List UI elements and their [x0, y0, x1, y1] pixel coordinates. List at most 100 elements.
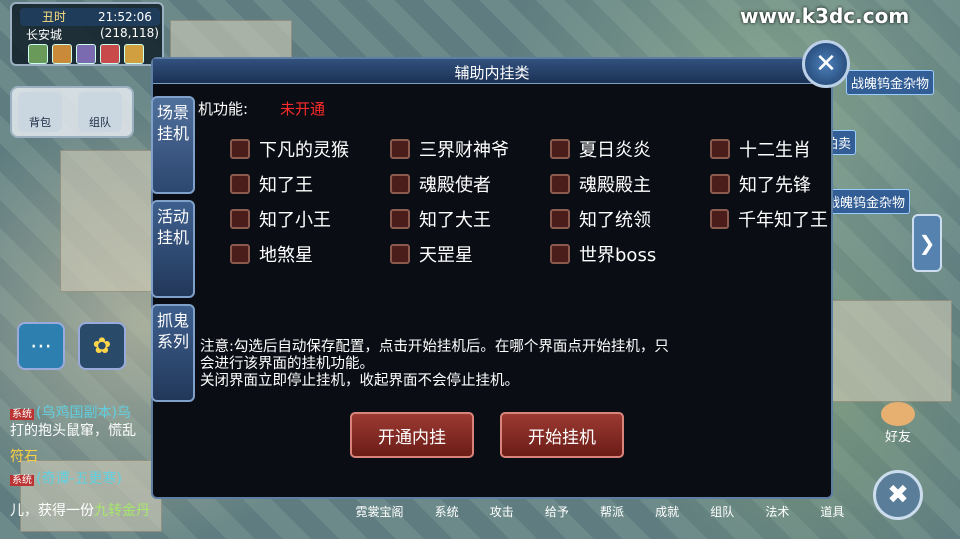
chat-line: 打的抱头鼠窜，慌乱 [10, 420, 136, 440]
menu-attack[interactable]: 攻击 [490, 503, 514, 520]
notice-line: 注意:勾选后自动保存配置，点击开始挂机后。在哪个界面点开始挂机，只 [200, 339, 669, 355]
option-checkbox[interactable]: 三界财神爷 [390, 136, 509, 162]
checkbox[interactable] [550, 139, 570, 159]
function-status: 未开通 [280, 100, 326, 118]
chat-text: 儿，获得一份 [10, 503, 94, 519]
option-checkbox[interactable]: 魂殿使者 [390, 171, 491, 197]
option-checkbox[interactable]: 千年知了王 [710, 206, 828, 232]
buff-icon[interactable] [76, 44, 96, 64]
item-link[interactable]: 九转金丹 [94, 503, 150, 519]
emote-icon[interactable]: ✿ [78, 322, 126, 370]
buff-icon[interactable] [52, 44, 72, 64]
checkbox[interactable] [390, 209, 410, 229]
checkbox[interactable] [230, 209, 250, 229]
option-label: 世界boss [579, 245, 657, 266]
npc-label[interactable]: 战魄钨金杂物 [846, 70, 935, 95]
option-checkbox[interactable]: 十二生肖 [710, 136, 811, 162]
option-checkbox[interactable]: 魂殿殿主 [550, 171, 651, 197]
handshake-icon [881, 402, 915, 426]
checkbox[interactable] [710, 174, 730, 194]
time-bar: 丑时 21:52:06 [20, 8, 160, 26]
checkbox[interactable] [230, 244, 250, 264]
checkbox[interactable] [550, 209, 570, 229]
menu-mall[interactable]: 霓裳宝阁 [356, 503, 404, 520]
chat-text: 打的抱头鼠窜，慌乱 [10, 423, 136, 439]
checkbox[interactable] [710, 139, 730, 159]
close-icon[interactable]: ✕ [802, 40, 850, 88]
menu-skill[interactable]: 法术 [765, 503, 789, 520]
dialog-title: 辅助内挂类 [454, 64, 530, 82]
menu-achievement[interactable]: 成就 [655, 503, 679, 520]
system-tag: 系统 [10, 475, 34, 486]
friend-label: 好友 [884, 430, 911, 445]
tab-scene-idle[interactable]: 场景挂机 [151, 96, 195, 194]
option-label: 下凡的灵猴 [259, 140, 349, 161]
location-label: 长安城 [26, 28, 63, 42]
option-label: 天罡星 [419, 245, 473, 266]
bottom-menu-bar: 霓裳宝阁 系统 攻击 给予 帮派 成就 组队 法术 道具 [340, 496, 860, 526]
team-button[interactable]: 组队 [78, 92, 122, 132]
dialog-header: 辅助内挂类 [153, 59, 831, 84]
function-label: 机功能: [198, 100, 249, 118]
menu-system[interactable]: 系统 [435, 503, 459, 520]
chat-text: 符石 [10, 449, 38, 465]
option-label: 千年知了王 [738, 210, 828, 231]
option-checkbox[interactable]: 下凡的灵猴 [230, 136, 349, 162]
option-checkbox[interactable]: 知了先锋 [710, 171, 811, 197]
close-menu-icon[interactable]: ✖ [873, 470, 923, 520]
tab-ghost-series[interactable]: 抓鬼系列 [151, 304, 195, 402]
option-label: 知了先锋 [739, 175, 811, 196]
floor-tile [60, 150, 152, 292]
option-checkbox[interactable]: 天罡星 [390, 241, 473, 267]
option-checkbox[interactable]: 夏日炎炎 [550, 136, 651, 162]
chat-line: 系统 (奇谭-五更寒) [10, 468, 122, 488]
option-label: 知了大王 [419, 210, 491, 231]
option-checkbox[interactable]: 地煞星 [230, 241, 313, 267]
option-label: 地煞星 [259, 245, 313, 266]
option-checkbox[interactable]: 知了统领 [550, 206, 651, 232]
floor-tile [830, 300, 952, 402]
buff-icon[interactable] [28, 44, 48, 64]
npc-label[interactable]: 战魄钨金杂物 [822, 189, 911, 214]
chat-text[interactable]: (奇谭-五更寒) [36, 471, 122, 487]
menu-give[interactable]: 给予 [545, 503, 569, 520]
menu-guild[interactable]: 帮派 [600, 503, 624, 520]
minimap-panel[interactable]: 丑时 21:52:06 长安城 (218,118) [10, 2, 164, 66]
option-checkbox[interactable]: 知了小王 [230, 206, 331, 232]
option-checkbox[interactable]: 知了王 [230, 171, 313, 197]
friend-button[interactable]: 好友 [876, 402, 920, 445]
option-label: 十二生肖 [739, 140, 811, 161]
menu-item[interactable]: 道具 [820, 503, 844, 520]
checkbox[interactable] [230, 139, 250, 159]
clock-label: 21:52:06 [98, 10, 152, 24]
chat-text[interactable]: (乌鸡国副本)乌 [36, 405, 131, 421]
chat-log: 系统 (乌鸡国副本)乌 打的抱头鼠窜，慌乱 符石 系统 (奇谭-五更寒) 儿，获得一… [10, 396, 152, 526]
watermark: www.k3dc.com [740, 4, 910, 28]
option-checkbox[interactable]: 世界boss [550, 241, 656, 267]
chevron-right-icon[interactable]: ❯ [912, 214, 942, 272]
buff-icon[interactable] [100, 44, 120, 64]
checkbox[interactable] [390, 244, 410, 264]
checkbox[interactable] [710, 209, 729, 229]
checkbox[interactable] [390, 174, 410, 194]
chat-line: 符石 [10, 446, 38, 466]
checkbox[interactable] [550, 244, 570, 264]
shichen-label: 丑时 [42, 10, 67, 24]
buff-icon[interactable] [124, 44, 144, 64]
bag-button[interactable]: 背包 [18, 92, 62, 132]
option-label: 知了统领 [579, 210, 651, 231]
option-checkbox[interactable]: 知了大王 [390, 206, 491, 232]
menu-team[interactable]: 组队 [710, 503, 734, 520]
option-label: 魂殿使者 [419, 175, 491, 196]
checkbox[interactable] [550, 174, 570, 194]
system-tag: 系统 [10, 409, 34, 420]
assist-dialog: 辅助内挂类 [151, 57, 833, 499]
checkbox[interactable] [390, 139, 410, 159]
checkbox[interactable] [230, 174, 250, 194]
option-label: 魂殿殿主 [579, 175, 651, 196]
start-idle-button[interactable]: 开始挂机 [500, 412, 624, 458]
chat-bubble-icon[interactable]: ⋯ [17, 322, 65, 370]
activate-button[interactable]: 开通内挂 [350, 412, 474, 458]
option-label: 知了小王 [259, 210, 331, 231]
tab-event-idle[interactable]: 活动挂机 [151, 200, 195, 298]
